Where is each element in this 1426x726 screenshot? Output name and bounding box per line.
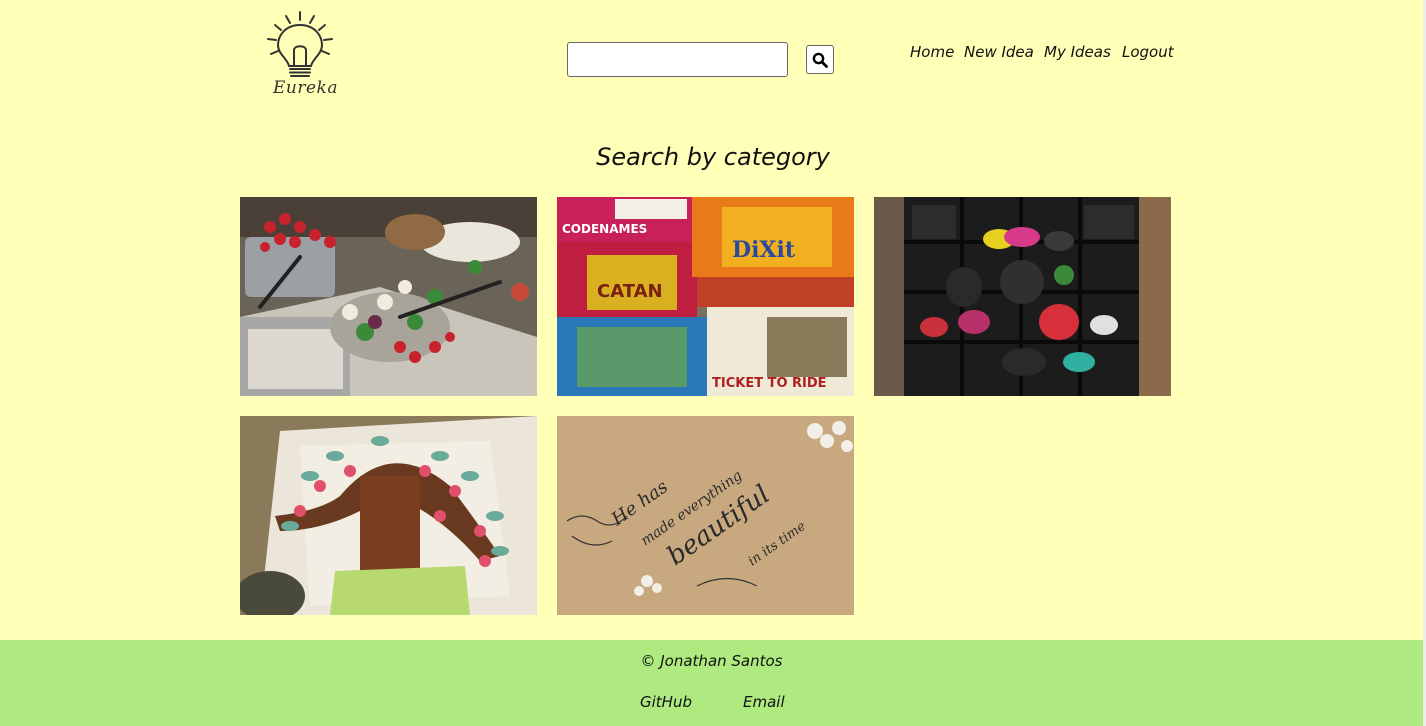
nav-home[interactable]: Home	[910, 43, 954, 61]
site-footer: © Jonathan Santos GitHub Email	[0, 640, 1423, 726]
dixit-text: DiXit	[732, 237, 796, 263]
nav-my-ideas[interactable]: My Ideas	[1044, 43, 1111, 61]
category-tile-food[interactable]	[240, 197, 537, 396]
email-link[interactable]: Email	[743, 693, 785, 711]
nav-new-idea[interactable]: New Idea	[964, 43, 1034, 61]
logo-text: Eureka	[273, 78, 338, 98]
ticket-text: TICKET TO RIDE	[712, 376, 827, 391]
search-input[interactable]	[567, 42, 788, 77]
category-tile-backpacks[interactable]	[874, 197, 1171, 396]
nav-logout[interactable]: Logout	[1122, 43, 1174, 61]
backpacks-photo	[874, 197, 1171, 396]
site-header: Eureka Home New Idea My Ideas Logout	[0, 0, 1426, 120]
category-tile-crafts[interactable]	[240, 416, 537, 615]
category-tile-decor[interactable]: He has made everything beautiful in its …	[557, 416, 854, 615]
games-photo: CODENAMES DiXit CATAN TICKET TO RIDE	[557, 197, 854, 396]
category-tile-games[interactable]: CODENAMES DiXit CATAN TICKET TO RIDE	[557, 197, 854, 396]
crafts-photo	[240, 416, 537, 615]
decor-photo: He has made everything beautiful in its …	[557, 416, 854, 615]
site-logo[interactable]: Eureka	[260, 8, 340, 104]
search-button[interactable]	[806, 45, 834, 74]
food-photo	[240, 197, 537, 396]
search-icon	[812, 52, 828, 68]
codenames-text: CODENAMES	[562, 222, 647, 236]
page-title: Search by category	[596, 143, 830, 171]
copyright-text: © Jonathan Santos	[640, 652, 783, 670]
github-link[interactable]: GitHub	[640, 693, 692, 711]
catan-text: CATAN	[597, 281, 663, 302]
